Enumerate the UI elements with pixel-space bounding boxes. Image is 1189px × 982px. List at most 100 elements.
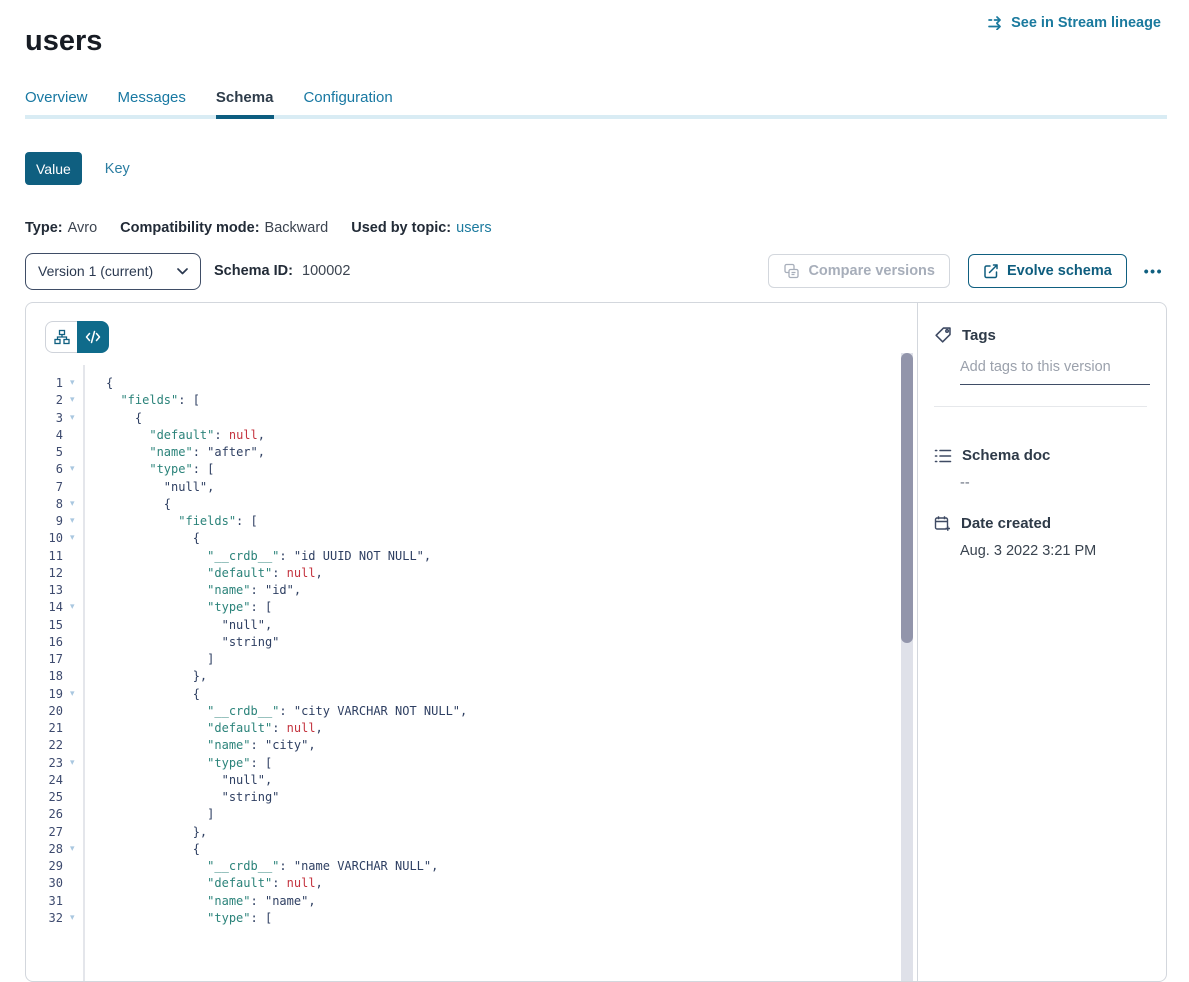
date-created-title: Date created bbox=[961, 515, 1051, 532]
code-line: 30 "default": null, bbox=[26, 875, 899, 892]
schema-id: Schema ID: 100002 bbox=[214, 263, 350, 279]
fold-spacer bbox=[63, 582, 86, 599]
fold-arrow-icon[interactable]: ▾ bbox=[63, 496, 86, 513]
code-text: "type": [ bbox=[106, 461, 214, 478]
add-tags-input[interactable] bbox=[960, 355, 1150, 385]
fold-arrow-icon[interactable]: ▾ bbox=[63, 392, 86, 409]
fold-arrow-icon[interactable]: ▾ bbox=[63, 513, 86, 530]
tab-bar: Overview Messages Schema Configuration bbox=[25, 89, 393, 117]
code-text: "name": "city", bbox=[106, 737, 316, 754]
tab-messages[interactable]: Messages bbox=[118, 89, 186, 117]
fold-arrow-icon[interactable]: ▾ bbox=[63, 599, 86, 616]
line-number: 14 bbox=[26, 599, 63, 616]
editor-view-toggle bbox=[45, 321, 109, 353]
fold-arrow-icon[interactable]: ▾ bbox=[63, 530, 86, 547]
meta-value: Avro bbox=[68, 220, 98, 236]
tree-view-button[interactable] bbox=[45, 321, 77, 353]
tab-configuration[interactable]: Configuration bbox=[303, 89, 392, 117]
tree-view-icon bbox=[54, 329, 70, 345]
fold-spacer bbox=[63, 772, 86, 789]
line-number: 21 bbox=[26, 720, 63, 737]
code-line: 10▾ { bbox=[26, 530, 899, 547]
meta-value: Backward bbox=[265, 220, 329, 236]
version-select-value: Version 1 (current) bbox=[38, 263, 153, 279]
code-text: { bbox=[106, 686, 200, 703]
meta-compatibility-mode: Compatibility mode:Backward bbox=[120, 220, 328, 236]
code-text: "__crdb__": "city VARCHAR NOT NULL", bbox=[106, 703, 467, 720]
tab-overview[interactable]: Overview bbox=[25, 89, 88, 117]
schema-meta-row: Type:AvroCompatibility mode:BackwardUsed… bbox=[25, 220, 492, 236]
line-number: 10 bbox=[26, 530, 63, 547]
code-line: 4 "default": null, bbox=[26, 427, 899, 444]
code-view-icon bbox=[85, 330, 101, 344]
active-tab-indicator bbox=[216, 115, 274, 119]
fold-arrow-icon[interactable]: ▾ bbox=[63, 841, 86, 858]
line-number: 1 bbox=[26, 375, 63, 392]
code-line: 9▾ "fields": [ bbox=[26, 513, 899, 530]
schema-id-label: Schema ID: bbox=[214, 263, 293, 279]
line-number: 32 bbox=[26, 910, 63, 927]
list-icon bbox=[934, 448, 952, 464]
code-text: "type": [ bbox=[106, 755, 272, 772]
line-number: 11 bbox=[26, 548, 63, 565]
code-text: "null", bbox=[106, 617, 272, 634]
line-number: 29 bbox=[26, 858, 63, 875]
meta-value-link[interactable]: users bbox=[456, 220, 491, 236]
fold-spacer bbox=[63, 806, 86, 823]
line-number: 16 bbox=[26, 634, 63, 651]
line-number: 6 bbox=[26, 461, 63, 478]
tags-section-header: Tags bbox=[934, 326, 996, 344]
line-number: 24 bbox=[26, 772, 63, 789]
code-text: { bbox=[106, 496, 171, 513]
tab-schema[interactable]: Schema bbox=[216, 89, 274, 117]
code-text: }, bbox=[106, 824, 207, 841]
schema-doc-section-header: Schema doc bbox=[934, 447, 1050, 464]
code-line: 32▾ "type": [ bbox=[26, 910, 899, 927]
tags-title: Tags bbox=[962, 327, 996, 344]
line-number: 12 bbox=[26, 565, 63, 582]
see-in-stream-lineage-link[interactable]: See in Stream lineage bbox=[987, 15, 1161, 31]
code-line: 17 ] bbox=[26, 651, 899, 668]
line-number: 23 bbox=[26, 755, 63, 772]
code-text: "default": null, bbox=[106, 565, 323, 582]
code-text: "string" bbox=[106, 789, 279, 806]
fold-spacer bbox=[63, 479, 86, 496]
key-toggle-button[interactable]: Key bbox=[105, 161, 130, 177]
compare-versions-button[interactable]: Compare versions bbox=[768, 254, 950, 288]
version-select[interactable]: Version 1 (current) bbox=[25, 253, 201, 290]
lineage-link-label: See in Stream lineage bbox=[1011, 15, 1161, 31]
fold-arrow-icon[interactable]: ▾ bbox=[63, 375, 86, 392]
line-number: 13 bbox=[26, 582, 63, 599]
code-text: "name": "id", bbox=[106, 582, 301, 599]
fold-spacer bbox=[63, 668, 86, 685]
page-title: users bbox=[25, 25, 102, 58]
code-line: 16 "string" bbox=[26, 634, 899, 651]
evolve-schema-button[interactable]: Evolve schema bbox=[968, 254, 1127, 288]
code-line: 21 "default": null, bbox=[26, 720, 899, 737]
code-view-button[interactable] bbox=[77, 321, 109, 353]
code-text: "null", bbox=[106, 479, 214, 496]
fold-arrow-icon[interactable]: ▾ bbox=[63, 910, 86, 927]
fold-spacer bbox=[63, 824, 86, 841]
fold-spacer bbox=[63, 565, 86, 582]
line-number: 20 bbox=[26, 703, 63, 720]
line-number: 9 bbox=[26, 513, 63, 530]
code-text: "__crdb__": "id UUID NOT NULL", bbox=[106, 548, 431, 565]
fold-arrow-icon[interactable]: ▾ bbox=[63, 461, 86, 478]
fold-spacer bbox=[63, 893, 86, 910]
fold-arrow-icon[interactable]: ▾ bbox=[63, 755, 86, 772]
code-line: 22 "name": "city", bbox=[26, 737, 899, 754]
editor-scrollbar-thumb[interactable] bbox=[901, 353, 913, 643]
code-text: "type": [ bbox=[106, 599, 272, 616]
fold-arrow-icon[interactable]: ▾ bbox=[63, 686, 86, 703]
fold-spacer bbox=[63, 427, 86, 444]
code-text: "default": null, bbox=[106, 720, 323, 737]
schema-code-pane: 1▾{2▾ "fields": [3▾ {4 "default": null,5… bbox=[26, 303, 918, 981]
chevron-down-icon bbox=[177, 268, 188, 275]
value-toggle-button[interactable]: Value bbox=[25, 152, 82, 185]
code-text: ] bbox=[106, 651, 214, 668]
fold-arrow-icon[interactable]: ▾ bbox=[63, 410, 86, 427]
code-line: 12 "default": null, bbox=[26, 565, 899, 582]
more-options-button[interactable]: ••• bbox=[1140, 259, 1167, 283]
date-created-value: Aug. 3 2022 3:21 PM bbox=[960, 543, 1096, 559]
